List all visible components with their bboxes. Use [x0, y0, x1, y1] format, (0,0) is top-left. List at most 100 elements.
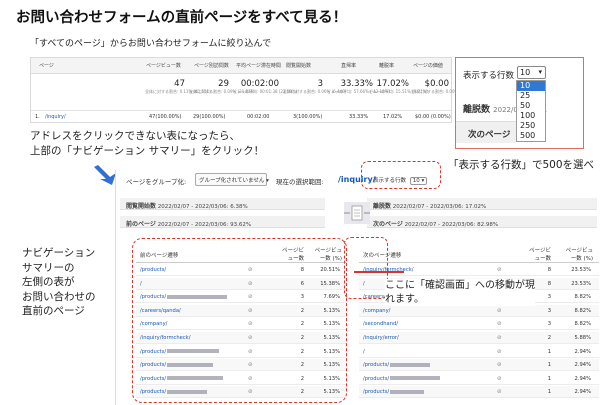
header-page-value[interactable]: ページの価値: [413, 62, 443, 69]
option-50[interactable]: 50: [517, 101, 545, 111]
page-path-link[interactable]: /inquiry/error/: [363, 335, 399, 341]
table-row: /company/ ⊘ 3 8.82%: [359, 304, 599, 317]
total-page-value: $0.00 全体に対する割合: 0.00% ($0.00): [411, 79, 474, 95]
previous-page-info: 前のページ 2022/02/07 - 2022/03/06: 93.62%: [120, 216, 325, 228]
open-link-icon[interactable]: ⊘: [497, 308, 502, 314]
redacted-path: [390, 376, 441, 381]
header-entrances[interactable]: 閲覧開始数: [286, 62, 311, 69]
page-path-text: /company/: [363, 307, 391, 314]
option-25[interactable]: 25: [517, 91, 545, 101]
page-path-link[interactable]: /secondhand/: [363, 321, 398, 327]
header-pageviews[interactable]: ページビュー数: [527, 246, 551, 262]
next-page-info: 次のページ 2022/02/07 - 2022/03/06: 82.98%: [367, 216, 597, 228]
next-page-table: 次のページ遷移 ページビュー数 ページビュー数 (%) /inquiry/for…: [359, 243, 599, 403]
callout-line: 直前のページ: [22, 305, 85, 317]
pageviews-cell: 1: [547, 375, 551, 382]
redacted-path: [390, 389, 425, 394]
row-page-link[interactable]: /inquiry/: [45, 114, 66, 120]
header-bounce-rate[interactable]: 直帰率: [341, 62, 356, 69]
row-unique-pageviews: 29(100.00%): [193, 114, 226, 120]
option-10[interactable]: 10: [517, 81, 545, 91]
total-exit-rate: 17.02% ビューの平均: 15.51% (9.71%): [369, 79, 428, 95]
header-avg-time[interactable]: 平均ページ滞在時間: [236, 62, 281, 69]
info-label: 離脱数: [373, 203, 392, 210]
info-text: 2022/02/07 - 2022/03/06: 6.38%: [157, 204, 248, 210]
rows-per-page-selected: 10: [520, 68, 531, 77]
total-value: $0.00: [424, 79, 449, 89]
current-selection-label: 現在の選択範囲:: [276, 178, 324, 186]
next-page-label-behind: 次のページ: [456, 121, 516, 143]
pageviews-cell: 1: [547, 348, 551, 355]
table-row: / ⊘ 1 2.94%: [359, 346, 599, 358]
header-exit-rate[interactable]: 離脱率: [379, 62, 394, 69]
page-path-link[interactable]: /: [363, 349, 365, 355]
page-flow-icon: [344, 202, 370, 224]
pageviews-cell: 8: [547, 267, 551, 273]
highlight-previous-pages: [132, 238, 347, 403]
rows-per-page-options: 10 25 50 100 250 500: [516, 80, 546, 142]
total-detail: 全体に対する割合: 0.06% (6,440): [283, 89, 347, 94]
info-text: 2022/02/07 - 2022/03/06: 93.62%: [157, 222, 252, 228]
redacted-path: [390, 362, 431, 367]
option-100[interactable]: 100: [517, 111, 545, 121]
pageviews-pct-cell: 2.94%: [574, 362, 591, 369]
info-label: 次のページ: [373, 221, 403, 228]
pageviews-pct-cell: 23.53%: [571, 267, 591, 273]
pageviews-pct-cell: 8.82%: [574, 307, 591, 314]
total-entrances: 3 全体に対する割合: 0.06% (6,440): [283, 79, 347, 95]
open-link-icon[interactable]: ⊘: [497, 362, 502, 368]
open-link-icon[interactable]: ⊘: [497, 389, 502, 395]
pageviews-cell: 3: [547, 307, 551, 314]
entrances-info: 閲覧開始数 2022/02/07 - 2022/03/06: 6.38%: [120, 198, 325, 210]
pageviews-pct-cell: 2.94%: [574, 389, 591, 396]
page-path-text: /secondhand/: [363, 321, 399, 328]
total-detail: ビューの平均: 00:01:38 (22.59%): [233, 89, 298, 94]
option-500[interactable]: 500: [517, 131, 545, 141]
callout-line: ナビゲーション: [22, 247, 96, 259]
pageviews-pct-cell: 8.82%: [574, 321, 591, 328]
page-path-text: /inquiry/error/: [363, 335, 399, 341]
row-exit-rate: 17.02%: [383, 114, 403, 120]
header-unique-pageviews[interactable]: ページ別訪問数: [194, 62, 229, 69]
highlight-formcheck-underline: [354, 271, 404, 273]
total-value: 33.33%: [340, 79, 373, 89]
rows-per-page-select[interactable]: 10 ▾: [517, 66, 546, 79]
pageviews-cell: 2: [547, 335, 551, 341]
highlight-pageviews: [344, 237, 388, 299]
total-value: 17.02%: [376, 79, 409, 89]
open-link-icon[interactable]: ⊘: [497, 376, 502, 382]
callout-line: 上部の「ナビゲーション サマリー」をクリック！: [30, 144, 265, 157]
page-path-link[interactable]: /products/: [363, 362, 431, 368]
chevron-down-icon: ▾: [538, 68, 542, 76]
page-path-link[interactable]: /company/: [363, 308, 390, 314]
pageviews-pct-cell: 8.82%: [574, 294, 591, 301]
callout-line: アドレスをクリックできない表になったら、: [30, 130, 240, 142]
callout-line: お問い合わせの: [22, 290, 96, 303]
header-pageviews-pct[interactable]: ページビュー数 (%): [561, 246, 593, 262]
table-row: 1. /inquiry/ 47(100.00%) 29(100.00%) 00:…: [31, 110, 451, 124]
open-link-icon[interactable]: ⊘: [497, 349, 502, 355]
total-unique-pageviews: 29 全体に対する割合: 0.09% (31,816): [189, 79, 255, 95]
info-label: 閲覧開始数: [126, 203, 157, 210]
option-250[interactable]: 250: [517, 121, 545, 131]
page-path-link[interactable]: /products/: [363, 389, 425, 395]
header-pageviews[interactable]: ページビュー数: [146, 62, 181, 69]
group-by-select[interactable]: グループ化されていません ▾: [195, 173, 269, 186]
top-analytics-table: ページ ページビュー数 ページ別訪問数 平均ページ滞在時間 閲覧開始数 直帰率 …: [30, 57, 474, 124]
open-link-icon[interactable]: ⊘: [497, 267, 502, 273]
page-path-link[interactable]: /products/: [363, 376, 441, 382]
pageviews-pct-cell: 23.53%: [571, 280, 591, 287]
header-page[interactable]: ページ: [39, 62, 54, 69]
page-title: お問い合わせフォームの直前ページをすべて見る！: [16, 10, 348, 26]
open-link-icon[interactable]: ⊘: [497, 321, 502, 327]
table-row: /secondhand/ ⊘ 3 8.82%: [359, 318, 599, 331]
page-subtitle: 「すべてのページ」からお問い合わせフォームに絞り込んで: [30, 39, 272, 49]
table-row: /products/ ⊘ 1 2.94%: [359, 386, 599, 399]
open-link-icon[interactable]: ⊘: [497, 335, 502, 341]
group-by-value: グループ化されていません: [199, 178, 265, 184]
total-avg-time: 00:02:00 ビューの平均: 00:01:38 (22.59%): [233, 79, 298, 95]
row-page-value: $0.00 (0.00%): [415, 114, 451, 120]
info-label: 前のページ: [126, 221, 156, 228]
row-bounce-rate: 33.33%: [349, 114, 369, 120]
pageviews-pct-cell: 5.88%: [574, 335, 591, 341]
